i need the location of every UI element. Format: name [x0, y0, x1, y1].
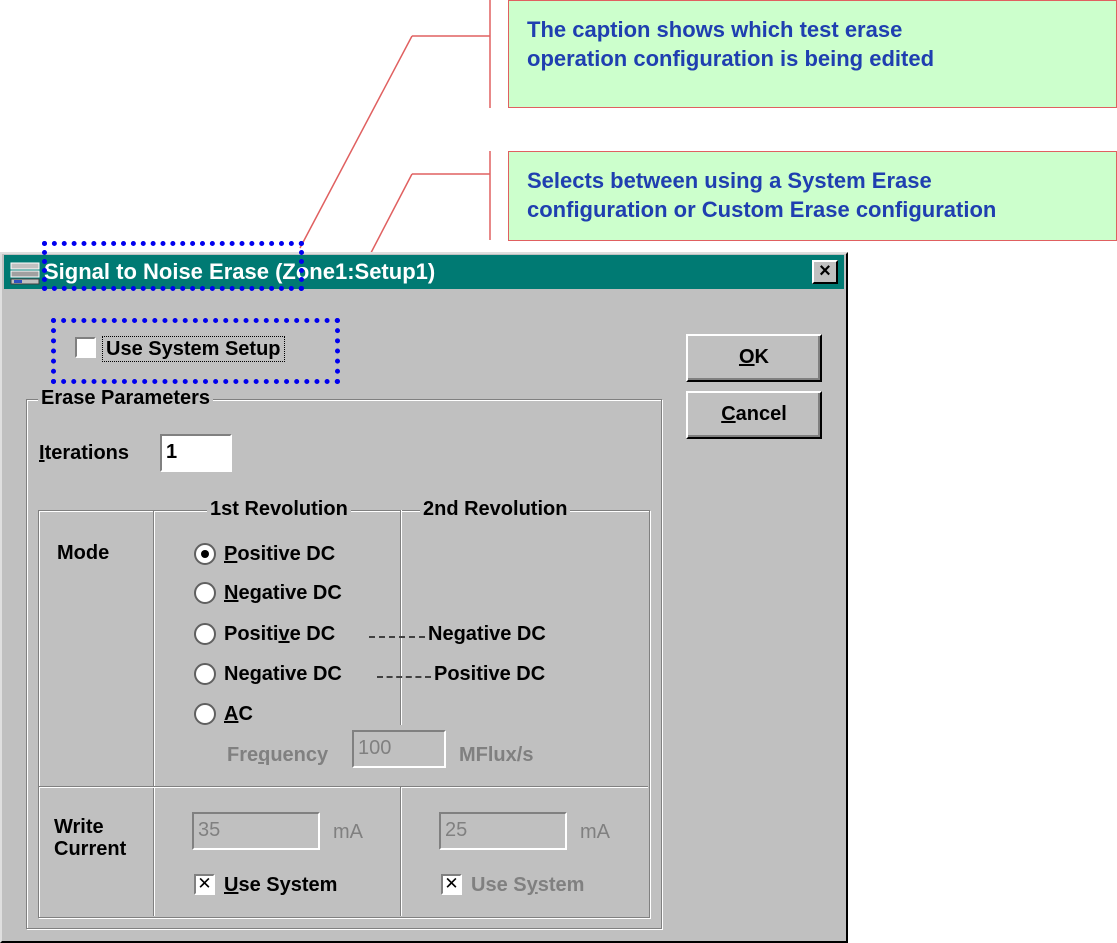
frequency-label: Frequency — [227, 744, 329, 766]
first-revolution-label: 1st Revolution — [207, 497, 351, 521]
caption-highlight — [42, 241, 304, 291]
mode-ac-label[interactable]: AC — [224, 702, 253, 726]
iterations-label: Iterations — [39, 442, 130, 464]
write-current-2-input[interactable]: 25 — [439, 812, 567, 850]
revolution-divider — [400, 510, 402, 725]
mode-positive-negative-label[interactable]: Positive DC — [224, 622, 335, 646]
mode-negative-dc-radio[interactable] — [194, 582, 216, 604]
callout-system-setup-line-2: configuration or Custom Erase configurat… — [527, 197, 997, 222]
callout-system-setup: Selects between using a System Erase con… — [508, 151, 1117, 241]
use-system-1-label[interactable]: Use System — [224, 873, 337, 897]
frequency-unit: MFlux/s — [459, 744, 534, 766]
mode-column-divider — [153, 511, 155, 916]
callout-caption-line-2: operation configuration is being edited — [527, 46, 935, 71]
write-current-label-line-1: Write — [54, 816, 104, 838]
write-current-2-unit: mA — [580, 821, 610, 843]
system-setup-highlight — [51, 318, 340, 384]
write-current-1-input[interactable]: 35 — [192, 812, 320, 850]
mode-label: Mode — [57, 542, 110, 564]
mode-positive-dc-label[interactable]: Positive DC — [224, 542, 335, 566]
cancel-button[interactable]: Cancel — [686, 391, 822, 439]
use-system-2-checkbox[interactable]: ✕ — [441, 874, 462, 895]
callout-caption: The caption shows which test erase opera… — [508, 0, 1117, 108]
mode-negative-positive-radio[interactable] — [194, 663, 216, 685]
mode-ac-radio[interactable] — [194, 703, 216, 725]
mode-negative-positive-label[interactable]: Negative DC — [224, 662, 342, 686]
mode-negative-dc-label[interactable]: Negative DC — [224, 581, 342, 605]
app-icon — [10, 262, 40, 285]
close-button[interactable]: × — [812, 260, 838, 284]
erase-parameters-label: Erase Parameters — [38, 386, 214, 410]
mode-positive-negative-connector — [369, 636, 425, 638]
mode-current-box — [38, 510, 650, 918]
ok-button[interactable]: OK — [686, 334, 822, 382]
use-system-2-label[interactable]: Use System — [471, 873, 584, 897]
write-current-1-unit: mA — [333, 821, 363, 843]
mode-positive-negative-radio[interactable] — [194, 623, 216, 645]
iterations-input[interactable]: 1 — [160, 434, 232, 472]
mode-negative-positive-connector — [377, 676, 431, 678]
mode-current-divider — [39, 786, 648, 788]
callout-caption-line-1: The caption shows which test erase — [527, 17, 903, 42]
callout-system-setup-line-1: Selects between using a System Erase — [527, 168, 932, 193]
mode-positive-negative-second-label[interactable]: Negative DC — [428, 622, 546, 646]
mode-negative-positive-second-label[interactable]: Positive DC — [434, 662, 545, 686]
current-column-divider — [400, 787, 402, 916]
second-revolution-label: 2nd Revolution — [420, 497, 571, 521]
frequency-input[interactable]: 100 — [352, 730, 446, 768]
write-current-label-line-2: Current — [54, 838, 127, 860]
mode-positive-dc-radio[interactable] — [194, 543, 216, 565]
use-system-1-checkbox[interactable]: ✕ — [194, 874, 215, 895]
